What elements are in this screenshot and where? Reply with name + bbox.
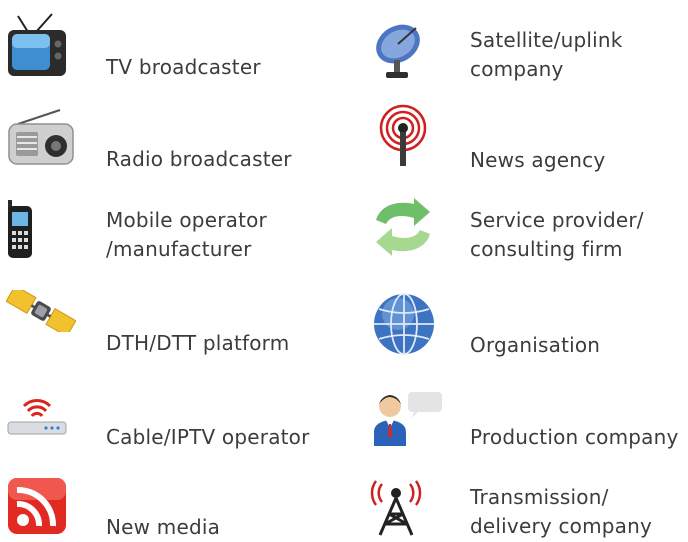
legend-label: Mobile operator /manufacturer <box>106 208 267 261</box>
wifi-router-icon <box>6 392 68 436</box>
category-legend: TV broadcaster Radio broadcaster Mobile … <box>0 0 688 539</box>
presenter-icon <box>372 388 442 446</box>
tv-icon <box>6 12 68 78</box>
broadcast-signal-icon <box>370 104 436 168</box>
legend-label: Transmission/ delivery company <box>470 485 653 538</box>
legend-label: Cable/IPTV operator <box>106 425 310 449</box>
legend-label: Production company <box>470 425 679 449</box>
radio-icon <box>8 108 74 166</box>
satellite-icon <box>6 290 76 332</box>
legend-label: TV broadcaster <box>106 55 261 79</box>
legend-label: Satellite/uplink company <box>470 28 623 81</box>
mobile-phone-icon <box>6 198 34 260</box>
refresh-arrows-icon <box>370 196 436 258</box>
legend-label: Organisation <box>470 333 601 357</box>
legend-label: Service provider/ consulting firm <box>470 208 644 261</box>
satellite-dish-icon <box>372 20 430 80</box>
rss-feed-icon <box>8 478 66 534</box>
legend-label: New media <box>106 515 221 539</box>
globe-icon <box>372 292 436 356</box>
legend-label: DTH/DTT platform <box>106 331 290 355</box>
legend-label: Radio broadcaster <box>106 147 292 171</box>
transmission-tower-icon <box>370 480 422 536</box>
legend-label: News agency <box>470 148 606 172</box>
